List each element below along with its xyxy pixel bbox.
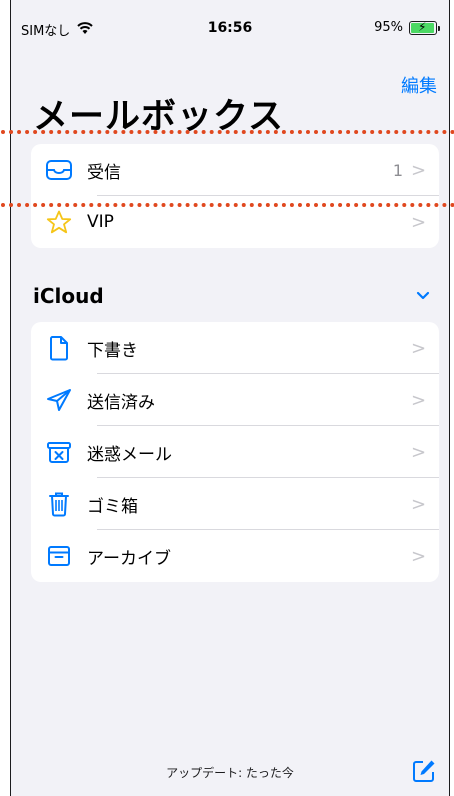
document-icon — [31, 335, 87, 361]
icloud-card: 下書き > 送信済み > 迷惑メール > ゴミ箱 > アーカイブ > — [31, 322, 439, 582]
mailbox-row-inbox[interactable]: 受信 1 > — [31, 144, 439, 196]
inbox-icon — [31, 159, 87, 181]
mailbox-label: VIP — [87, 212, 114, 232]
battery-cap — [438, 25, 440, 31]
paper-plane-icon — [31, 388, 87, 412]
status-bar: SIMなし 16:56 95% ⚡ — [11, 0, 449, 40]
chevron-right-icon: > — [411, 545, 427, 567]
folder-row-drafts[interactable]: 下書き > — [31, 322, 439, 374]
folder-label: 下書き — [87, 340, 138, 361]
annotation-line-top — [1, 130, 454, 134]
compose-button[interactable] — [411, 758, 437, 788]
folder-label: 送信済み — [87, 392, 155, 413]
chevron-right-icon: > — [411, 337, 427, 359]
chevron-right-icon: > — [411, 211, 427, 233]
folder-label: アーカイブ — [87, 548, 171, 569]
battery-icon: ⚡ — [409, 19, 440, 35]
folder-label: ゴミ箱 — [87, 496, 138, 517]
battery-percent: 95% — [374, 20, 403, 35]
archive-icon — [31, 545, 87, 567]
annotation-line-bottom — [1, 203, 454, 207]
compose-icon — [413, 760, 435, 782]
mailboxes-card: 受信 1 > VIP > — [31, 144, 439, 248]
folder-row-junk[interactable]: 迷惑メール > — [31, 426, 439, 478]
status-right: 95% ⚡ — [374, 19, 440, 35]
update-status: アップデート: たった今 — [166, 766, 294, 780]
folder-label: 迷惑メール — [87, 444, 172, 465]
star-icon — [31, 210, 87, 234]
unread-count: 1 — [392, 160, 403, 180]
folder-row-sent[interactable]: 送信済み > — [31, 374, 439, 426]
mailbox-label: 受信 — [87, 162, 121, 183]
folder-row-trash[interactable]: ゴミ箱 > — [31, 478, 439, 530]
junk-icon — [31, 440, 87, 464]
edit-button[interactable]: 編集 — [401, 72, 437, 98]
chevron-down-icon[interactable] — [415, 286, 431, 305]
trash-icon — [31, 491, 87, 517]
charging-bolt-icon: ⚡ — [418, 19, 427, 34]
chevron-right-icon: > — [411, 159, 427, 181]
mail-screen: SIMなし 16:56 95% ⚡ 編集 メールボックス 受信 1 > VIP … — [1, 0, 454, 796]
section-header-icloud[interactable]: iCloud — [33, 284, 104, 308]
folder-row-archive[interactable]: アーカイブ > — [31, 530, 439, 582]
chevron-right-icon: > — [411, 493, 427, 515]
chevron-right-icon: > — [411, 441, 427, 463]
chevron-right-icon: > — [411, 389, 427, 411]
